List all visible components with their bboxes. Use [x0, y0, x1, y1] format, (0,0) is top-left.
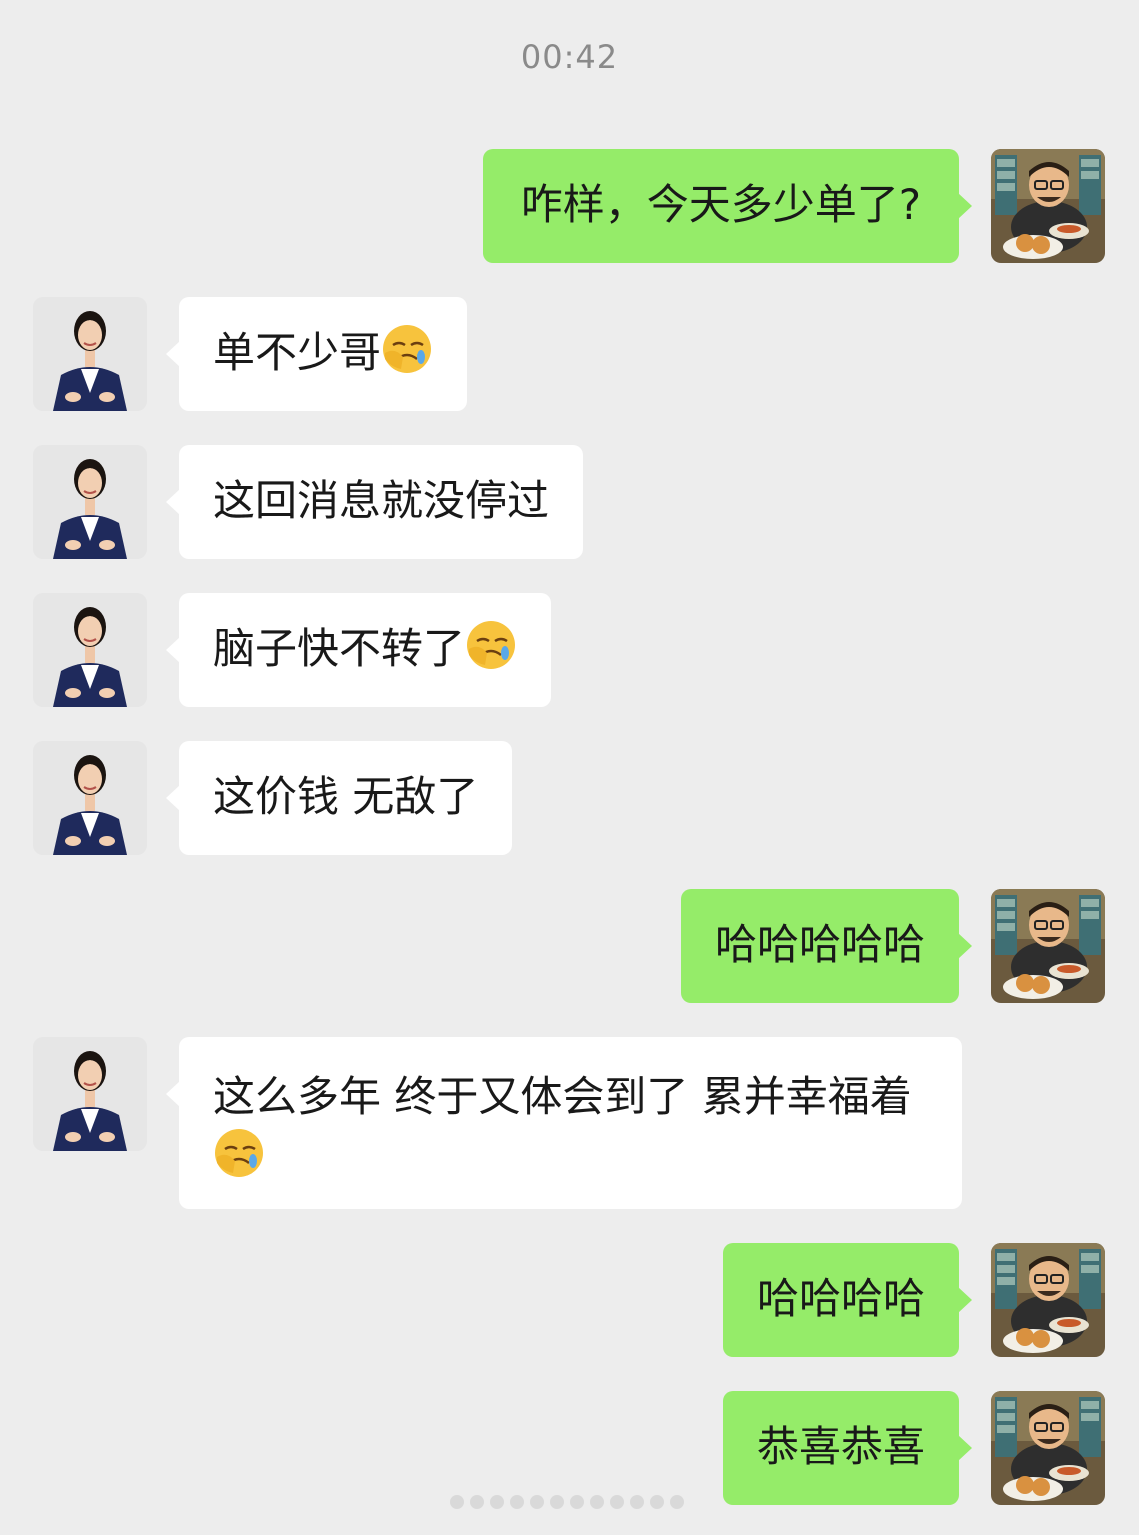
- contact-avatar[interactable]: [33, 741, 147, 855]
- message-bubble-outgoing[interactable]: 哈哈哈哈: [722, 1243, 973, 1357]
- message-text: 这么多年 终于又体会到了 累并幸福着: [213, 1072, 912, 1121]
- scroll-dot: [650, 1495, 664, 1509]
- scroll-dot: [510, 1495, 524, 1509]
- message-text: 哈哈哈哈哈: [714, 920, 925, 969]
- chat-timestamp: 00:42: [520, 38, 619, 76]
- message-text: 单不少哥: [213, 328, 382, 377]
- cartoon-man-avatar-icon: [991, 1391, 1105, 1505]
- scroll-dot: [550, 1495, 564, 1509]
- woman-in-suit-avatar-icon: [33, 445, 147, 559]
- facepalm-emoji-icon: [381, 323, 433, 375]
- message-bubble-incoming[interactable]: 这价钱 无敌了: [165, 741, 513, 855]
- message-bubble-incoming[interactable]: 单不少哥: [165, 297, 468, 411]
- scroll-dot: [630, 1495, 644, 1509]
- message-bubble-incoming[interactable]: 这么多年 终于又体会到了 累并幸福着: [166, 1037, 962, 1209]
- cartoon-man-avatar-icon: [991, 889, 1105, 1003]
- message-bubble-outgoing[interactable]: 哈哈哈哈哈: [680, 889, 973, 1003]
- scroll-dot: [570, 1495, 584, 1509]
- self-avatar[interactable]: [991, 149, 1105, 263]
- woman-in-suit-avatar-icon: [33, 1037, 147, 1151]
- message-text: 哈哈哈哈: [756, 1274, 925, 1323]
- message-text: 这回消息就没停过: [213, 476, 550, 525]
- scroll-dot: [490, 1495, 504, 1509]
- contact-avatar[interactable]: [33, 297, 147, 411]
- woman-in-suit-avatar-icon: [33, 741, 147, 855]
- contact-avatar[interactable]: [33, 445, 147, 559]
- message-bubble-incoming[interactable]: 脑子快不转了: [165, 593, 552, 707]
- self-avatar[interactable]: [991, 889, 1105, 1003]
- self-avatar[interactable]: [991, 1391, 1105, 1505]
- message-text: 恭喜恭喜: [756, 1422, 925, 1471]
- scroll-dot: [470, 1495, 484, 1509]
- woman-in-suit-avatar-icon: [33, 297, 147, 411]
- contact-avatar[interactable]: [33, 1037, 147, 1151]
- scroll-indicator: [450, 1492, 690, 1512]
- scroll-dot: [610, 1495, 624, 1509]
- woman-in-suit-avatar-icon: [33, 593, 147, 707]
- cartoon-man-avatar-icon: [991, 149, 1105, 263]
- message-bubble-outgoing[interactable]: 恭喜恭喜: [722, 1391, 973, 1505]
- contact-avatar[interactable]: [33, 593, 147, 707]
- message-bubble-incoming[interactable]: 这回消息就没停过: [165, 445, 584, 559]
- message-text: 这价钱 无敌了: [213, 772, 479, 821]
- message-text: 脑子快不转了: [213, 624, 466, 673]
- facepalm-emoji-icon: [213, 1127, 265, 1179]
- message-text: 咋样，今天多少单了?: [520, 180, 921, 229]
- scroll-dot: [670, 1495, 684, 1509]
- scroll-dot: [590, 1495, 604, 1509]
- self-avatar[interactable]: [991, 1243, 1105, 1357]
- scroll-dot: [450, 1495, 464, 1509]
- scroll-dot: [530, 1495, 544, 1509]
- cartoon-man-avatar-icon: [991, 1243, 1105, 1357]
- message-bubble-outgoing[interactable]: 咋样，今天多少单了?: [482, 149, 973, 263]
- facepalm-emoji-icon: [465, 619, 517, 671]
